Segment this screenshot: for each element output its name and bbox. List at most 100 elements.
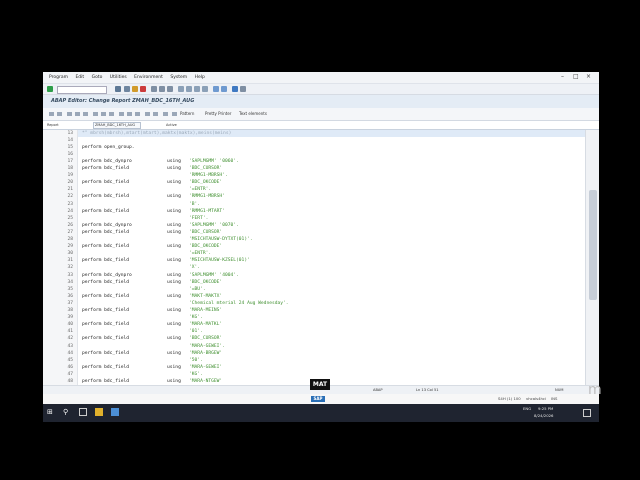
- code-keyword[interactable]: using: [167, 351, 181, 356]
- code-keyword[interactable]: using: [167, 230, 181, 235]
- find-next-icon[interactable]: [167, 86, 173, 92]
- code-statement[interactable]: perform bdc_dynpro: [82, 159, 132, 164]
- code-literal[interactable]: 'BDC_OKCODE': [189, 180, 222, 185]
- code-statement[interactable]: perform bdc_field: [82, 180, 129, 185]
- code-literal[interactable]: 'BDC_OKCODE': [189, 244, 222, 249]
- code-keyword[interactable]: using: [167, 209, 181, 214]
- search-icon[interactable]: ⚲: [63, 408, 71, 416]
- menu-environment[interactable]: Environment: [134, 72, 163, 83]
- code-literal[interactable]: 'SAPLMGMM' '4004'.: [189, 273, 239, 278]
- code-statement[interactable]: perform bdc_field: [82, 336, 129, 341]
- code-keyword[interactable]: using: [167, 379, 181, 384]
- maximize-button[interactable]: □: [573, 72, 579, 81]
- code-literal[interactable]: '01'.: [189, 329, 203, 334]
- task-view-icon[interactable]: [79, 408, 87, 416]
- code-statement[interactable]: perform bdc_field: [82, 194, 129, 199]
- split-screen-icon[interactable]: [145, 112, 150, 116]
- code-literal[interactable]: 'BDC_CURSOR': [189, 166, 222, 171]
- first-page-icon[interactable]: [178, 86, 184, 92]
- code-keyword[interactable]: using: [167, 280, 181, 285]
- menu-goto[interactable]: Goto: [92, 72, 103, 83]
- code-statement[interactable]: perform bdc_field: [82, 365, 129, 370]
- code-literal[interactable]: '50'.: [189, 358, 203, 363]
- code-keyword[interactable]: using: [167, 336, 181, 341]
- next-page-icon[interactable]: [194, 86, 200, 92]
- code-keyword[interactable]: using: [167, 180, 181, 185]
- code-statement[interactable]: perform bdc_dynpro: [82, 223, 132, 228]
- code-literal[interactable]: 'BDC_OKCODE': [189, 280, 222, 285]
- code-literal[interactable]: 'B'.: [189, 202, 200, 207]
- code-literal[interactable]: 'SAPLMGMM' '0060'.: [189, 159, 239, 164]
- code-keyword[interactable]: using: [167, 308, 181, 313]
- find-icon[interactable]: [159, 86, 165, 92]
- code-literal[interactable]: 'RMMG1-MBRSH'.: [189, 173, 228, 178]
- test-icon[interactable]: [109, 112, 114, 116]
- code-statement[interactable]: perform bdc_field: [82, 244, 129, 249]
- code-line[interactable]: *" mbrsh(mbrsh),mtart(mtart),maktx(maktx…: [82, 131, 231, 136]
- code-keyword[interactable]: using: [167, 258, 181, 263]
- code-literal[interactable]: 'BDC_CURSOR': [189, 230, 222, 235]
- new-session-icon[interactable]: [213, 86, 219, 92]
- code-keyword[interactable]: using: [167, 223, 181, 228]
- code-keyword[interactable]: using: [167, 365, 181, 370]
- code-literal[interactable]: 'SAPLMGMM' '0070'.: [189, 223, 239, 228]
- code-literal[interactable]: 'Chemical mterial 24 Aug Wednesday'.: [189, 301, 289, 306]
- code-keyword[interactable]: using: [167, 294, 181, 299]
- active-inactive-icon[interactable]: [83, 112, 88, 116]
- back-arrow-icon[interactable]: [49, 112, 54, 116]
- code-keyword[interactable]: using: [167, 159, 181, 164]
- code-statement[interactable]: perform bdc_field: [82, 308, 129, 313]
- code-literal[interactable]: '=ENTR'.: [189, 251, 211, 256]
- code-keyword[interactable]: using: [167, 166, 181, 171]
- pretty-printer-button[interactable]: Pretty Printer: [205, 108, 231, 120]
- code-literal[interactable]: '=ENTR'.: [189, 187, 211, 192]
- vertical-scrollbar[interactable]: [585, 130, 599, 385]
- code-literal[interactable]: 'FERT'.: [189, 216, 208, 221]
- code-keyword[interactable]: using: [167, 273, 181, 278]
- exit-icon[interactable]: [132, 86, 138, 92]
- code-statement[interactable]: perform bdc_field: [82, 351, 129, 356]
- pattern-button[interactable]: Pattern: [180, 108, 194, 120]
- scrollbar-thumb[interactable]: [589, 190, 597, 300]
- code-line[interactable]: perform open_group.: [82, 145, 135, 150]
- menu-system[interactable]: System: [170, 72, 187, 83]
- code-literal[interactable]: 'MSICHTAUSW-KZSEL(01)': [189, 258, 250, 263]
- code-literal[interactable]: 'BDC_CURSOR': [189, 336, 222, 341]
- code-statement[interactable]: perform bdc_field: [82, 258, 129, 263]
- code-keyword[interactable]: using: [167, 244, 181, 249]
- check-icon[interactable]: [93, 112, 98, 116]
- code-literal[interactable]: 'MAKT-MAKTX': [189, 294, 222, 299]
- code-statement[interactable]: perform bdc_field: [82, 280, 129, 285]
- code-keyword[interactable]: using: [167, 194, 181, 199]
- menu-edit[interactable]: Edit: [75, 72, 84, 83]
- code-literal[interactable]: 'MARA-NTGEW': [189, 379, 222, 384]
- other-object-icon[interactable]: [67, 112, 72, 116]
- code-statement[interactable]: perform bdc_field: [82, 230, 129, 235]
- code-editor[interactable]: 13 14 15 16 17 18 19 20 21 22 23 24 25 26 27 28 29 30 31 32…: [43, 130, 585, 385]
- cancel-icon[interactable]: [140, 86, 146, 92]
- code-literal[interactable]: 'RMMG1-MTART': [189, 209, 225, 214]
- minimize-button[interactable]: –: [561, 72, 564, 81]
- windows-start-icon[interactable]: ⊞: [47, 408, 55, 416]
- object-list-icon[interactable]: [127, 112, 132, 116]
- file-explorer-icon[interactable]: [95, 408, 103, 416]
- code-statement[interactable]: perform bdc_field: [82, 322, 129, 327]
- code-statement[interactable]: perform bdc_dynpro: [82, 273, 132, 278]
- navigation-window-icon[interactable]: [135, 112, 140, 116]
- menu-utilities[interactable]: Utilities: [110, 72, 127, 83]
- code-statement[interactable]: perform bdc_field: [82, 379, 129, 384]
- code-statement[interactable]: perform bdc_field: [82, 166, 129, 171]
- print-icon[interactable]: [151, 86, 157, 92]
- code-literal[interactable]: 'MARA-MATKL': [189, 322, 222, 327]
- code-statement[interactable]: perform bdc_field: [82, 294, 129, 299]
- save-icon[interactable]: [115, 86, 121, 92]
- text-elements-button[interactable]: Text elements: [239, 108, 267, 120]
- code-literal[interactable]: 'RMMG1-MBRSH': [189, 194, 225, 199]
- where-used-icon[interactable]: [119, 112, 124, 116]
- menu-program[interactable]: Program: [49, 72, 68, 83]
- back-icon[interactable]: [124, 86, 130, 92]
- code-literal[interactable]: 'KG'.: [189, 372, 203, 377]
- code-literal[interactable]: 'MARA-GEWEI'.: [189, 344, 225, 349]
- last-page-icon[interactable]: [202, 86, 208, 92]
- code-statement[interactable]: perform bdc_field: [82, 209, 129, 214]
